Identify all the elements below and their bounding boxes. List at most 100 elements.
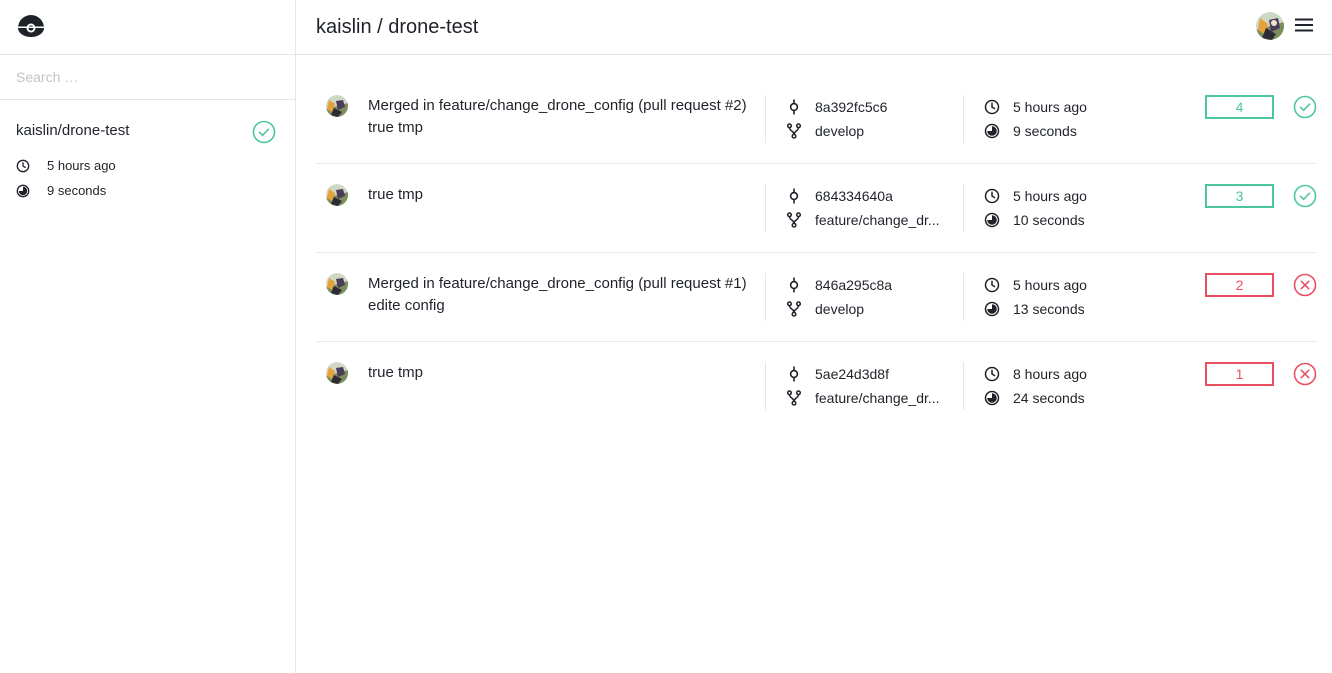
commit-info: 8a392fc5c6 develop bbox=[765, 95, 960, 143]
commit-icon bbox=[789, 366, 799, 382]
duration-row: 10 seconds bbox=[984, 208, 1163, 232]
build-number-badge: 2 bbox=[1205, 273, 1274, 297]
x-circle-icon bbox=[1293, 362, 1317, 386]
duration: 10 seconds bbox=[1013, 212, 1085, 228]
build-row[interactable]: true tmp 5ae24d3d8f feature/change_dr... bbox=[316, 342, 1317, 431]
header: kaislin / drone-test bbox=[296, 0, 1332, 55]
logo-bar bbox=[0, 0, 295, 55]
timer-icon bbox=[16, 184, 30, 197]
duration-row: 24 seconds bbox=[984, 386, 1163, 410]
check-circle-icon bbox=[1293, 95, 1317, 119]
time-ago: 5 hours ago bbox=[1013, 99, 1087, 115]
timer-icon bbox=[984, 301, 1000, 317]
clock-icon bbox=[984, 188, 1000, 204]
branch-icon bbox=[786, 390, 802, 406]
commit-message: true tmp bbox=[368, 364, 424, 381]
commit-sha[interactable]: 684334640a bbox=[815, 188, 893, 204]
time-info: 5 hours ago 9 seconds bbox=[963, 95, 1163, 143]
branch-row: feature/change_dr... bbox=[786, 208, 960, 232]
repo-item[interactable]: kaislin/drone-test 5 hours ago 9 seconds bbox=[0, 100, 295, 220]
repo-duration-row: 9 seconds bbox=[16, 178, 279, 203]
build-list: Merged in feature/change_drone_config (p… bbox=[316, 75, 1317, 431]
branch-icon bbox=[786, 123, 802, 139]
commit-row: 8a392fc5c6 bbox=[786, 95, 960, 119]
build-number-badge: 3 bbox=[1205, 184, 1274, 208]
time-info: 5 hours ago 10 seconds bbox=[963, 184, 1163, 232]
branch-icon bbox=[786, 212, 802, 228]
avatar-image bbox=[1256, 12, 1284, 40]
branch-name[interactable]: feature/change_dr... bbox=[815, 390, 940, 406]
time-ago-row: 5 hours ago bbox=[984, 95, 1163, 119]
branch-name[interactable]: develop bbox=[815, 123, 864, 139]
page-title: kaislin / drone-test bbox=[316, 15, 479, 38]
branch-row: develop bbox=[786, 119, 960, 143]
clock-icon bbox=[984, 366, 1000, 382]
commit-row: 684334640a bbox=[786, 184, 960, 208]
avatar-image bbox=[326, 95, 348, 117]
commit-info: 5ae24d3d8f feature/change_dr... bbox=[765, 362, 960, 410]
search-input[interactable] bbox=[16, 69, 276, 85]
commit-row: 846a295c8a bbox=[786, 273, 960, 297]
commit-row: 5ae24d3d8f bbox=[786, 362, 960, 386]
clock-icon bbox=[984, 99, 1000, 115]
time-ago: 8 hours ago bbox=[1013, 366, 1087, 382]
author-avatar bbox=[326, 362, 348, 384]
branch-row: develop bbox=[786, 297, 960, 321]
time-info: 8 hours ago 24 seconds bbox=[963, 362, 1163, 410]
commit-icon bbox=[789, 188, 799, 204]
repo-meta: 5 hours ago 9 seconds bbox=[16, 153, 279, 203]
commit-sha[interactable]: 8a392fc5c6 bbox=[815, 99, 887, 115]
build-row[interactable]: true tmp 684334640a feature/change_dr... bbox=[316, 164, 1317, 253]
avatar-image bbox=[326, 362, 348, 384]
commit-message: Merged in feature/change_drone_config (p… bbox=[368, 275, 747, 314]
search-bar bbox=[0, 55, 295, 100]
duration: 9 seconds bbox=[1013, 123, 1077, 139]
time-ago-row: 5 hours ago bbox=[984, 273, 1163, 297]
timer-icon bbox=[984, 123, 1000, 139]
time-ago: 5 hours ago bbox=[1013, 277, 1087, 293]
repo-name[interactable]: kaislin/drone-test bbox=[16, 122, 279, 139]
user-avatar[interactable] bbox=[1256, 12, 1284, 40]
author-avatar bbox=[326, 95, 348, 117]
time-ago: 5 hours ago bbox=[1013, 188, 1087, 204]
timer-icon bbox=[984, 212, 1000, 228]
branch-name[interactable]: develop bbox=[815, 301, 864, 317]
commit-message: Merged in feature/change_drone_config (p… bbox=[368, 97, 747, 136]
branch-row: feature/change_dr... bbox=[786, 386, 960, 410]
build-number-badge: 4 bbox=[1205, 95, 1274, 119]
check-circle-icon bbox=[252, 120, 276, 144]
duration-row: 9 seconds bbox=[984, 119, 1163, 143]
avatar-image bbox=[326, 273, 348, 295]
hamburger-menu-icon[interactable] bbox=[1294, 17, 1314, 33]
repo-time-row: 5 hours ago bbox=[16, 153, 279, 178]
x-circle-icon bbox=[1293, 273, 1317, 297]
commit-icon bbox=[789, 277, 799, 293]
commit-info: 684334640a feature/change_dr... bbox=[765, 184, 960, 232]
check-circle-icon bbox=[1293, 184, 1317, 208]
sidebar: kaislin/drone-test 5 hours ago 9 seconds bbox=[0, 0, 296, 673]
author-avatar bbox=[326, 273, 348, 295]
duration-row: 13 seconds bbox=[984, 297, 1163, 321]
avatar-image bbox=[326, 184, 348, 206]
commit-icon bbox=[789, 99, 799, 115]
branch-icon bbox=[786, 301, 802, 317]
commit-sha[interactable]: 5ae24d3d8f bbox=[815, 366, 889, 382]
commit-sha[interactable]: 846a295c8a bbox=[815, 277, 892, 293]
clock-icon bbox=[984, 277, 1000, 293]
drone-logo-icon[interactable] bbox=[16, 15, 46, 39]
time-ago-row: 8 hours ago bbox=[984, 362, 1163, 386]
author-avatar bbox=[326, 184, 348, 206]
commit-info: 846a295c8a develop bbox=[765, 273, 960, 321]
build-row[interactable]: Merged in feature/change_drone_config (p… bbox=[316, 253, 1317, 342]
clock-icon bbox=[16, 159, 30, 172]
branch-name[interactable]: feature/change_dr... bbox=[815, 212, 940, 228]
duration: 13 seconds bbox=[1013, 301, 1085, 317]
duration: 24 seconds bbox=[1013, 390, 1085, 406]
commit-message: true tmp bbox=[368, 186, 424, 203]
time-ago-row: 5 hours ago bbox=[984, 184, 1163, 208]
repo-time-ago: 5 hours ago bbox=[47, 158, 116, 173]
build-row[interactable]: Merged in feature/change_drone_config (p… bbox=[316, 75, 1317, 164]
timer-icon bbox=[984, 390, 1000, 406]
time-info: 5 hours ago 13 seconds bbox=[963, 273, 1163, 321]
build-number-badge: 1 bbox=[1205, 362, 1274, 386]
